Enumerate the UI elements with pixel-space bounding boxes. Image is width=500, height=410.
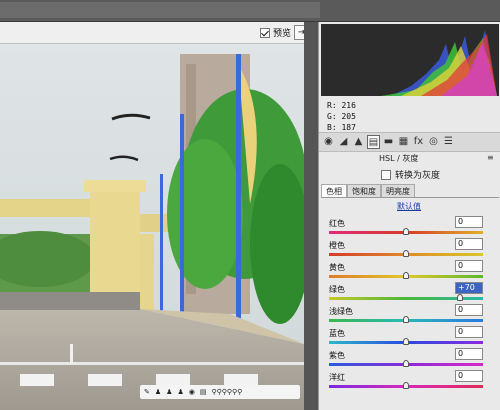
tone-curve-icon[interactable]: ◢: [337, 135, 350, 149]
slider-thumb[interactable]: [403, 360, 409, 367]
photo-tool-5[interactable]: ▤: [200, 388, 207, 396]
default-button[interactable]: 默认值: [397, 201, 421, 212]
convert-grayscale-checkbox[interactable]: [381, 169, 391, 180]
photo-tool-4[interactable]: ◉: [189, 388, 195, 396]
slider-value-input[interactable]: 0: [455, 238, 483, 250]
panel-gutter: [304, 22, 318, 410]
photo-tool-2[interactable]: ♟: [166, 388, 172, 396]
slider-label: 红色: [329, 219, 345, 228]
slider-thumb[interactable]: [403, 382, 409, 389]
preview-toolbar: 预览 ⇥: [0, 22, 318, 44]
slider-4: 浅绿色 0: [329, 304, 497, 328]
panel-menu-icon[interactable]: ≡: [487, 153, 494, 162]
title-strip: [0, 2, 320, 18]
slider-thumb[interactable]: [403, 338, 409, 345]
hsl-icon[interactable]: ▤: [367, 135, 380, 149]
histogram-basic-icon[interactable]: ◉: [322, 135, 335, 149]
photo-toolstrip: ✎ ♟ ♟ ♟ ◉ ▤ ⚲⚲⚲⚲⚲⚲: [140, 385, 300, 399]
effects-icon[interactable]: fx: [412, 135, 425, 149]
split-toning-icon[interactable]: ▬: [382, 135, 395, 149]
detail-icon[interactable]: ▲: [352, 135, 365, 149]
slider-2: 黄色 0: [329, 260, 497, 284]
b-value: 187: [341, 123, 356, 132]
slider-3: 绿色 +70: [329, 282, 497, 306]
convert-grayscale-toggle[interactable]: 转换为灰度: [381, 168, 440, 181]
slider-label: 蓝色: [329, 329, 345, 338]
histogram-graph: [321, 30, 497, 96]
slider-6: 紫色 0: [329, 348, 497, 372]
preview-label: 预览: [273, 29, 292, 39]
slider-label: 黄色: [329, 263, 345, 272]
camera-raw-panel: R: 216 G: 205 B: 187 ◉ ◢ ▲ ▤ ▬ ▦ fx ◎ ☰ HSL / 灰度…: [318, 22, 500, 410]
slider-thumb[interactable]: [403, 272, 409, 279]
street-photo: [0, 44, 304, 410]
slider-value-input[interactable]: 0: [455, 260, 483, 272]
slider-5: 蓝色 0: [329, 326, 497, 350]
slider-value-input[interactable]: 0: [455, 326, 483, 338]
photo-tool-0[interactable]: ✎: [144, 388, 150, 396]
slider-label: 绿色: [329, 285, 345, 294]
photo-tool-1[interactable]: ♟: [155, 388, 161, 396]
r-value: 216: [341, 101, 356, 110]
rgb-readout: R: 216 G: 205 B: 187: [327, 100, 356, 133]
slider-1: 橙色 0: [329, 238, 497, 262]
preview-toggle[interactable]: 预览: [260, 26, 291, 39]
slider-value-input[interactable]: +70: [455, 282, 483, 294]
convert-grayscale-label: 转换为灰度: [395, 171, 441, 181]
slider-value-input[interactable]: 0: [455, 216, 483, 228]
tab-1[interactable]: 饱和度: [347, 184, 381, 197]
slider-value-input[interactable]: 0: [455, 304, 483, 316]
tab-2[interactable]: 明亮度: [381, 184, 415, 197]
adjustment-tool-row: ◉ ◢ ▲ ▤ ▬ ▦ fx ◎ ☰: [319, 132, 500, 152]
preview-checkbox[interactable]: [260, 27, 270, 38]
slider-label: 洋红: [329, 373, 345, 382]
histogram: [321, 24, 499, 96]
slider-thumb[interactable]: [403, 250, 409, 257]
slider-label: 紫色: [329, 351, 345, 360]
slider-thumb[interactable]: [456, 294, 463, 301]
section-title: HSL / 灰度: [379, 154, 419, 163]
slider-label: 橙色: [329, 241, 345, 250]
g-value: 205: [341, 112, 356, 121]
hsl-tabs: 色相 饱和度 明亮度: [321, 184, 499, 198]
slider-label: 浅绿色: [329, 307, 353, 316]
presets-icon[interactable]: ☰: [442, 135, 455, 149]
slider-value-input[interactable]: 0: [455, 348, 483, 360]
lens-icon[interactable]: ▦: [397, 135, 410, 149]
photo-tool-3[interactable]: ♟: [177, 388, 183, 396]
slider-thumb[interactable]: [403, 316, 409, 323]
r-readout: R: 216: [327, 101, 356, 110]
slider-7: 洋红 0: [329, 370, 497, 394]
photo-preview[interactable]: [0, 44, 304, 410]
photo-tool-6[interactable]: ⚲⚲⚲⚲⚲⚲: [211, 388, 242, 396]
slider-0: 红色 0: [329, 216, 497, 240]
tab-0[interactable]: 色相: [321, 184, 347, 197]
slider-value-input[interactable]: 0: [455, 370, 483, 382]
camera-calibration-icon[interactable]: ◎: [427, 135, 440, 149]
g-readout: G: 205: [327, 112, 356, 121]
title-bar: [0, 0, 500, 22]
slider-thumb[interactable]: [403, 228, 409, 235]
